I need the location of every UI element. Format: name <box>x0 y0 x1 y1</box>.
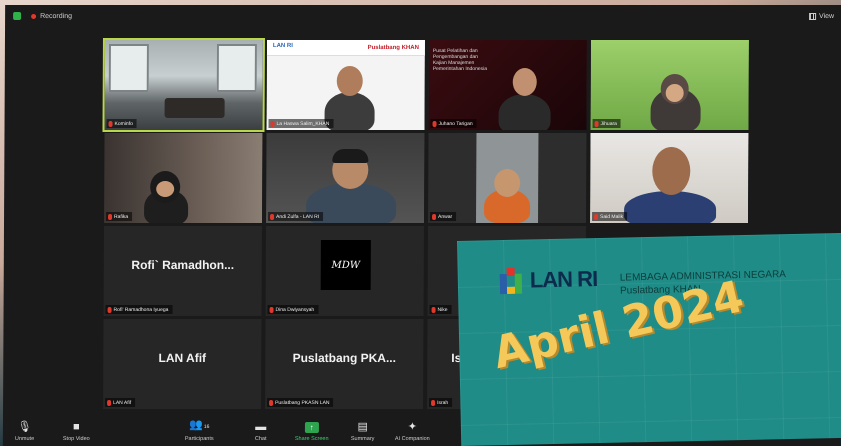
participant-nameplate: Dina Dwiyansyah <box>267 305 319 314</box>
virtual-background-video: Pusat Pelatihan dan Pengembangan dan Kaj… <box>428 40 587 130</box>
view-button[interactable]: View <box>809 12 835 20</box>
participant-nameplate: Puslatbang PKASN LAN <box>267 398 334 407</box>
mic-muted-icon <box>269 306 274 313</box>
mic-muted-icon <box>108 120 113 127</box>
mic-muted-icon <box>107 306 112 313</box>
participant-nameplate: Rafika <box>106 212 133 221</box>
participant-tile-dina[interactable]: MDW Dina Dwiyansyah <box>265 226 424 316</box>
mic-muted-icon <box>269 399 274 406</box>
participants-button[interactable]: 👥16 Participants <box>185 419 214 442</box>
participant-video <box>590 40 749 130</box>
grid-view-icon <box>809 12 817 20</box>
shared-slide-video: LAN RI Puslatbang KHAN <box>266 40 425 130</box>
meeting-topbar: Recording View <box>5 5 841 27</box>
mic-muted-icon <box>270 120 275 127</box>
participant-video <box>590 133 749 223</box>
participant-nameplate: Kominfo <box>106 119 137 128</box>
recording-dot-icon <box>31 13 37 19</box>
participant-nameplate: Juhano Tarigan <box>430 119 477 128</box>
slide-title: Puslatbang KHAN <box>367 45 419 51</box>
participant-nameplate: Andi Zulfa - LAN RI <box>268 212 324 221</box>
participant-display-name: Rofi` Ramadhon... <box>131 258 235 272</box>
participant-nameplate: Anwar <box>430 212 457 221</box>
mic-muted-icon <box>431 306 436 313</box>
mic-muted-icon <box>431 399 436 406</box>
participant-video <box>266 133 425 223</box>
mic-muted-icon <box>107 399 112 406</box>
profile-picture: MDW <box>320 240 371 290</box>
participant-display-name: LAN Afif <box>158 351 207 365</box>
share-screen-icon: ↑ <box>304 422 319 433</box>
ai-companion-button[interactable]: ✦ AI Companion <box>395 421 430 442</box>
lan-logo-mark-icon <box>499 267 527 295</box>
lan-ri-logo: LAN RI <box>499 266 598 295</box>
conference-room-video <box>104 40 263 130</box>
mic-slash-icon: 🎙 <box>17 421 32 433</box>
participant-tile-puslatbang-pkasn[interactable]: Puslatbang PKA... Puslatbang PKASN LAN <box>265 319 424 409</box>
mic-muted-icon <box>108 213 113 220</box>
security-shield-icon[interactable] <box>13 12 22 20</box>
chat-button[interactable]: ▬ Chat <box>255 421 267 442</box>
participant-tile-said-malik[interactable]: Said Malik <box>590 133 749 223</box>
chat-bubble-icon: ▬ <box>255 421 267 433</box>
recording-label: Recording <box>40 12 73 20</box>
mic-muted-icon <box>432 120 437 127</box>
sparkle-icon: ✦ <box>407 421 418 433</box>
participants-icon: 👥16 <box>189 419 210 431</box>
participant-video <box>428 133 587 223</box>
participant-nameplate: La Haswa Salim_KHAN <box>268 119 334 128</box>
participant-tile-kominfo[interactable]: Kominfo <box>102 38 265 132</box>
participant-tile-rafika[interactable]: Rafika <box>104 133 263 223</box>
unmute-button[interactable]: 🎙 Unmute <box>15 421 34 442</box>
summary-icon: ▤ <box>357 421 368 433</box>
participant-tile-jihuara[interactable]: Jihuara <box>590 40 749 130</box>
mic-muted-icon <box>432 213 437 220</box>
stop-video-button[interactable]: ■ Stop Video <box>63 421 90 442</box>
overlay-brand: LAN RI <box>529 266 598 293</box>
meeting-toolbar: 🎙 Unmute ■ Stop Video 👥16 Participants ▬… <box>3 412 463 446</box>
participant-tile-juhano[interactable]: Pusat Pelatihan dan Pengembangan dan Kaj… <box>428 40 587 130</box>
background-slide-text: Pusat Pelatihan dan Pengembangan dan Kaj… <box>432 48 488 72</box>
participant-nameplate: LAN Afif <box>105 398 136 407</box>
participant-nameplate: Nike <box>429 305 452 314</box>
participant-tile-andi-zulfa[interactable]: Andi Zulfa - LAN RI <box>266 133 425 223</box>
video-camera-icon: ■ <box>72 421 80 433</box>
participant-nameplate: Said Malik <box>592 212 628 221</box>
summary-button[interactable]: ▤ Summary <box>351 421 375 442</box>
mic-muted-icon <box>594 120 599 127</box>
participant-nameplate: Israh <box>429 398 453 407</box>
mic-muted-icon <box>594 213 599 220</box>
participant-tile-la-haswa[interactable]: LAN RI Puslatbang KHAN La Haswa Salim_KH… <box>266 40 425 130</box>
participant-nameplate: Jihuara <box>592 119 621 128</box>
participant-nameplate: Rofi' Ramadhona Iyuega <box>105 305 173 314</box>
participant-tile-lan-afif[interactable]: LAN Afif LAN Afif <box>103 319 262 409</box>
overlaid-slide-photo: LAN RI LEMBAGA ADMINISTRASI NEGARA Pusla… <box>457 232 841 446</box>
slide-brand: LAN RI <box>272 43 293 49</box>
participant-video <box>104 133 263 223</box>
participant-display-name: Puslatbang PKA... <box>292 351 397 365</box>
participant-tile-anwar[interactable]: Anwar <box>428 133 587 223</box>
view-label: View <box>819 12 835 20</box>
participant-tile-rofi[interactable]: Rofi` Ramadhon... Rofi' Ramadhona Iyuega <box>103 226 262 316</box>
mic-muted-icon <box>270 213 275 220</box>
share-screen-button[interactable]: ↑ Share Screen <box>295 422 329 442</box>
